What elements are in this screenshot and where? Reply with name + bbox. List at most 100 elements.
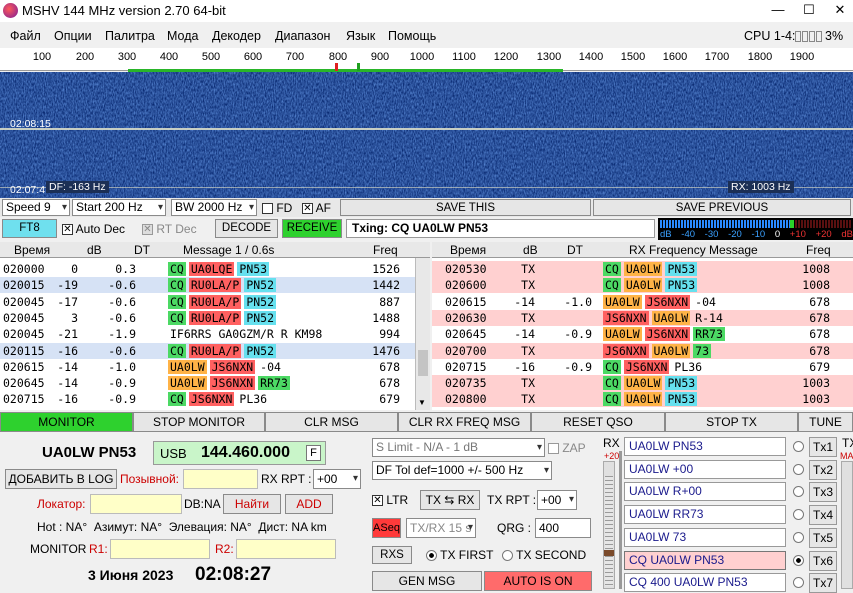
zap-wrap[interactable]: ZAP [548, 441, 586, 455]
af-checkbox-wrap[interactable]: ✕ AF [302, 201, 331, 215]
af-checkbox[interactable]: ✕ [302, 203, 313, 215]
col-message[interactable]: RX Frequency Message [629, 243, 758, 257]
decode-button[interactable]: DECODE [215, 219, 278, 238]
stop-monitor-button[interactable]: STOP MONITOR [133, 412, 265, 432]
menu-help[interactable]: Помощь [388, 29, 436, 43]
table-row[interactable]: 020600 TX CQ UA0LW PN53 1008 [432, 277, 853, 294]
tx-select-radio[interactable] [793, 554, 804, 566]
tx-select-radio[interactable] [793, 577, 804, 589]
tx-first-wrap[interactable]: TX FIRST [426, 548, 493, 562]
aseq-button[interactable]: ASeq [372, 518, 401, 538]
tx-message-field[interactable]: UA0LW +00 [624, 459, 786, 479]
col-db[interactable]: dB [523, 243, 538, 257]
close-icon[interactable]: ✕ [826, 0, 853, 20]
table-row[interactable]: 020045 3 -0.6 CQ RU0LA/P PN52 1488 [0, 309, 415, 326]
tx-message-field[interactable]: UA0LW RR73 [624, 505, 786, 525]
tx-select-radio[interactable] [793, 531, 804, 543]
decode-list-scrollbar[interactable]: ▼ [415, 258, 430, 410]
r1-input[interactable] [110, 539, 210, 559]
table-row[interactable]: 020045 -21 -1.9 IF6RRS GA0GZM/R R KM98 994 [0, 326, 415, 343]
menu-decoder[interactable]: Декодер [212, 29, 261, 43]
fd-checkbox-wrap[interactable]: FD [262, 201, 292, 215]
zap-checkbox[interactable] [548, 443, 559, 455]
tx-button[interactable]: Tx1 [809, 437, 837, 457]
tx-select-radio[interactable] [793, 486, 804, 498]
tx-button[interactable]: Tx5 [809, 527, 837, 548]
tx-message-field[interactable]: UA0LW PN53 [624, 437, 786, 456]
minimize-icon[interactable]: — [764, 0, 792, 20]
reset-qso-button[interactable]: RESET QSO [531, 412, 665, 432]
tx-message-field[interactable]: UA0LW 73 [624, 527, 786, 547]
autodec-wrap[interactable]: ✕ Auto Dec [62, 222, 125, 236]
tx-rx-swap-button[interactable]: TX ⇆ RX [420, 490, 480, 510]
table-row[interactable]: 020715 -16 -0.9 CQ JS6NXN PL36 679 [432, 358, 853, 375]
table-row[interactable]: 020045 -17 -0.6 CQ RU0LA/P PN52 887 [0, 293, 415, 310]
frequency-display[interactable]: USB 144.460.000 F [153, 441, 326, 465]
rxs-button[interactable]: RXS [372, 546, 412, 564]
tx-first-radio[interactable] [426, 550, 437, 562]
tx-rpt-select[interactable]: +00 [537, 490, 577, 510]
tx-button[interactable]: Tx4 [809, 505, 837, 526]
table-row[interactable]: 020800 TX CQ UA0LW PN53 1003 [432, 391, 853, 408]
find-button[interactable]: Найти [223, 494, 281, 514]
waterfall-display[interactable]: 02:08:15 02:07:4 DF: -163 Hz RX: 1003 Hz [0, 72, 853, 198]
ltr-checkbox[interactable]: ✕ [372, 495, 383, 507]
rx-rpt-select[interactable]: +00 [313, 469, 361, 489]
decode-list[interactable]: 020000 0 0.3 CQ UA0LQE PN53 1526 020015 -19 -0.6 C… [0, 258, 415, 410]
table-row[interactable]: 020530 TX CQ UA0LW PN53 1008 [432, 261, 853, 277]
save-this-button[interactable]: SAVE THIS [340, 199, 591, 216]
start-freq-select[interactable]: Start 200 Hz [72, 199, 166, 216]
qrg-input[interactable]: 400 [535, 518, 591, 538]
fd-checkbox[interactable] [262, 203, 273, 215]
gen-msg-button[interactable]: GEN MSG [372, 571, 482, 591]
bandwidth-select[interactable]: BW 2000 Hz [171, 199, 257, 216]
tx-button[interactable]: Tx6 [809, 550, 837, 571]
table-row[interactable]: 020735 TX CQ UA0LW PN53 1003 [432, 375, 853, 392]
col-db[interactable]: dB [87, 243, 102, 257]
menu-options[interactable]: Опции [54, 29, 92, 43]
tx-button[interactable]: Tx2 [809, 459, 837, 480]
tx-second-radio[interactable] [502, 550, 513, 562]
col-time[interactable]: Время [450, 243, 486, 257]
monitor-button[interactable]: MONITOR [0, 412, 133, 432]
col-freq[interactable]: Freq [373, 243, 398, 257]
df-tol-select[interactable]: DF Tol def=1000 +/- 500 Hz [372, 461, 552, 480]
tx-rx-period-select[interactable]: TX/RX 15 s [406, 518, 476, 538]
menu-language[interactable]: Язык [346, 29, 375, 43]
table-row[interactable]: 020615 -14 -1.0 UA0LW JS6NXN -04 678 [0, 358, 415, 375]
tx-button[interactable]: Tx7 [809, 573, 837, 593]
col-time[interactable]: Время [14, 243, 50, 257]
menu-band[interactable]: Диапазон [275, 29, 330, 43]
rtdec-checkbox[interactable]: ✕ [142, 224, 153, 236]
table-row[interactable]: 020645 -14 -0.9 UA0LW JS6NXN RR73 678 [0, 375, 415, 392]
tx-select-radio[interactable] [793, 463, 804, 475]
freq-f-button[interactable]: F [306, 445, 321, 461]
add-button[interactable]: ADD [285, 494, 333, 514]
stop-tx-button[interactable]: STOP TX [665, 412, 798, 432]
menu-file[interactable]: Файл [10, 29, 41, 43]
autodec-checkbox[interactable]: ✕ [62, 224, 73, 236]
table-row[interactable]: 020715 -16 -0.9 CQ JS6NXN PL36 679 [0, 391, 415, 408]
col-message[interactable]: Message 1 / 0.6s [183, 243, 274, 257]
menu-palette[interactable]: Палитра [105, 29, 155, 43]
table-row[interactable]: 020000 0 0.3 CQ UA0LQE PN53 1526 [0, 261, 415, 277]
callsign-input[interactable] [183, 469, 258, 489]
tx-select-radio[interactable] [793, 441, 804, 452]
tx-button[interactable]: Tx3 [809, 482, 837, 503]
table-row[interactable]: 020645 -14 -0.9 UA0LW JS6NXN RR73 678 [432, 326, 853, 343]
tx-message-field[interactable]: CQ 400 UA0LW PN53 [624, 573, 786, 593]
rx-list[interactable]: 020530 TX CQ UA0LW PN53 1008 020600 TX CQ UA0LW PN… [432, 258, 853, 410]
maximize-icon[interactable]: ☐ [795, 0, 823, 20]
col-dt[interactable]: DT [134, 243, 150, 257]
rx-gain-slider[interactable] [619, 451, 622, 589]
frequency-scale[interactable]: 100 200 300 400 500 600 700 800 900 1000… [0, 48, 853, 72]
table-row[interactable]: 020015 -19 -0.6 CQ RU0LA/P PN52 1442 [0, 277, 415, 294]
receive-button[interactable]: RECEIVE [282, 219, 342, 238]
speed-select[interactable]: Speed 9 [2, 199, 70, 216]
auto-is-on-button[interactable]: AUTO IS ON [484, 571, 592, 591]
table-row[interactable]: 020700 TX JS6NXN UA0LW 73 678 [432, 342, 853, 359]
tune-button[interactable]: TUNE [798, 412, 853, 432]
scrollbar-thumb[interactable] [418, 350, 428, 376]
tx-message-field[interactable]: UA0LW R+00 [624, 482, 786, 502]
save-previous-button[interactable]: SAVE PREVIOUS [593, 199, 851, 216]
